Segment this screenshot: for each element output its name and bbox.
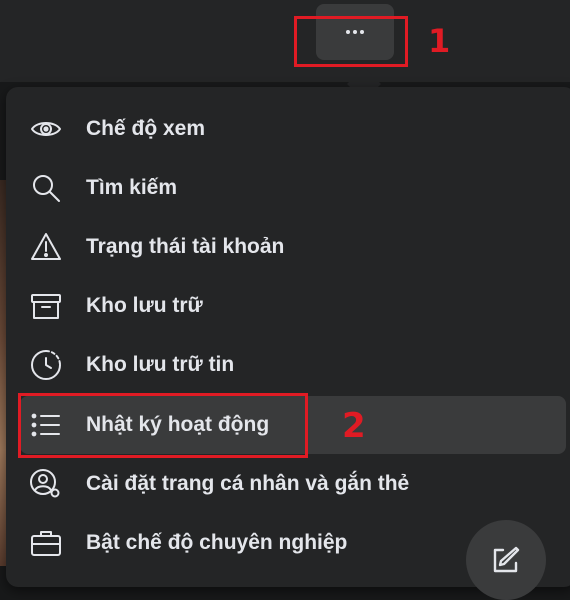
menu-item-archive[interactable]: Kho lưu trữ: [20, 277, 566, 335]
menu-item-story-archive[interactable]: Kho lưu trữ tin: [20, 336, 566, 394]
warning-icon: [28, 229, 64, 265]
annotation-number-1: 1: [428, 22, 451, 60]
top-bar: [0, 0, 570, 82]
menu-item-search[interactable]: Tìm kiếm: [20, 159, 566, 217]
menu-item-label: Kho lưu trữ: [86, 294, 203, 317]
dropdown-menu: Chế độ xem Tìm kiếm Trạng thái tài khoản…: [6, 87, 570, 587]
menu-item-label: Chế độ xem: [86, 117, 206, 140]
annotation-number-2: 2: [342, 406, 366, 446]
menu-item-view-as[interactable]: Chế độ xem: [20, 100, 566, 158]
menu-item-label: Kho lưu trữ tin: [86, 353, 235, 376]
archive-icon: [28, 288, 64, 324]
profile-settings-icon: [28, 466, 64, 502]
menu-item-label: Bật chế độ chuyên nghiệp: [86, 531, 348, 554]
menu-item-label: Trạng thái tài khoản: [86, 235, 285, 258]
briefcase-icon: [28, 525, 64, 561]
edit-icon: [493, 546, 520, 573]
annotation-box-1: [294, 16, 408, 67]
eye-icon: [28, 111, 64, 147]
menu-item-label: Tìm kiếm: [86, 176, 178, 199]
new-message-button[interactable]: [466, 520, 546, 600]
search-icon: [28, 170, 64, 206]
menu-item-account-status[interactable]: Trạng thái tài khoản: [20, 218, 566, 276]
menu-item-label: Cài đặt trang cá nhân và gắn thẻ: [86, 472, 410, 495]
annotation-box-2: [18, 393, 308, 458]
story-archive-icon: [28, 347, 64, 383]
menu-item-profile-settings[interactable]: Cài đặt trang cá nhân và gắn thẻ: [20, 455, 566, 513]
